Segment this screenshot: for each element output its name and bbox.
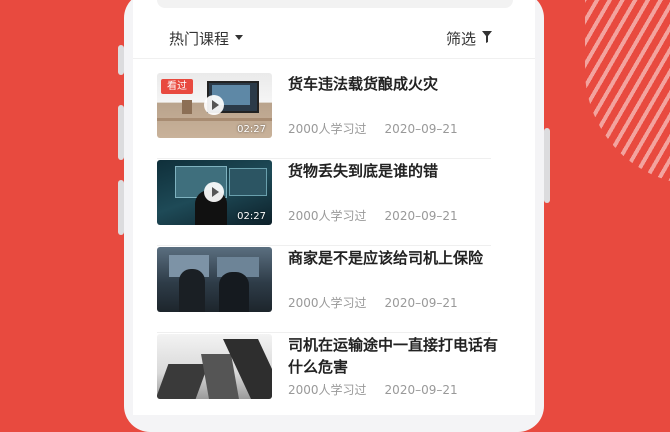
video-duration: 02:27 bbox=[237, 124, 266, 135]
phone-button bbox=[544, 128, 550, 203]
course-thumbnail[interactable] bbox=[157, 247, 272, 312]
learner-count: 2000人学习过 bbox=[288, 209, 367, 223]
search-bar[interactable] bbox=[157, 0, 513, 8]
course-meta: 2000人学习过 2020–09–21 bbox=[288, 294, 458, 311]
publish-date: 2020–09–21 bbox=[384, 122, 458, 136]
course-thumbnail[interactable] bbox=[157, 334, 272, 399]
publish-date: 2020–09–21 bbox=[384, 296, 458, 310]
course-title[interactable]: 商家是不是应该给司机上保险 bbox=[288, 247, 498, 269]
app-screen: 热门课程 筛选 看过 02:27 货车违法载货酿成火灾 2000人学习过 2020… bbox=[133, 0, 535, 415]
course-title[interactable]: 货车违法载货酿成火灾 bbox=[288, 73, 498, 95]
course-title[interactable]: 货物丢失到底是谁的错 bbox=[288, 160, 498, 182]
learner-count: 2000人学习过 bbox=[288, 296, 367, 310]
learner-count: 2000人学习过 bbox=[288, 122, 367, 136]
filter-button[interactable]: 筛选 bbox=[446, 28, 476, 49]
course-item[interactable]: 司机在运输途中一直接打电话有什么危害 2000人学习过 2020–09–21 bbox=[133, 334, 535, 415]
learner-count: 2000人学习过 bbox=[288, 383, 367, 397]
watched-badge: 看过 bbox=[161, 79, 193, 94]
course-thumbnail[interactable]: 看过 02:27 bbox=[157, 73, 272, 138]
course-thumbnail[interactable]: 02:27 bbox=[157, 160, 272, 225]
course-item[interactable]: 商家是不是应该给司机上保险 2000人学习过 2020–09–21 bbox=[133, 247, 535, 333]
caret-down-icon[interactable] bbox=[235, 35, 243, 40]
course-meta: 2000人学习过 2020–09–21 bbox=[288, 120, 458, 137]
publish-date: 2020–09–21 bbox=[384, 209, 458, 223]
sort-dropdown[interactable]: 热门课程 bbox=[169, 28, 229, 49]
filter-bar: 热门课程 筛选 bbox=[133, 16, 535, 59]
play-icon[interactable] bbox=[204, 95, 224, 115]
play-icon[interactable] bbox=[204, 182, 224, 202]
course-title[interactable]: 司机在运输途中一直接打电话有什么危害 bbox=[288, 334, 498, 378]
divider bbox=[157, 332, 491, 333]
course-meta: 2000人学习过 2020–09–21 bbox=[288, 207, 458, 224]
publish-date: 2020–09–21 bbox=[384, 383, 458, 397]
decorative-stripes bbox=[585, 0, 670, 185]
course-meta: 2000人学习过 2020–09–21 bbox=[288, 381, 458, 398]
course-item[interactable]: 02:27 货物丢失到底是谁的错 2000人学习过 2020–09–21 bbox=[133, 160, 535, 246]
divider bbox=[157, 158, 491, 159]
divider bbox=[157, 245, 491, 246]
video-duration: 02:27 bbox=[237, 211, 266, 222]
funnel-icon[interactable] bbox=[482, 31, 492, 43]
course-item[interactable]: 看过 02:27 货车违法载货酿成火灾 2000人学习过 2020–09–21 bbox=[133, 73, 535, 159]
